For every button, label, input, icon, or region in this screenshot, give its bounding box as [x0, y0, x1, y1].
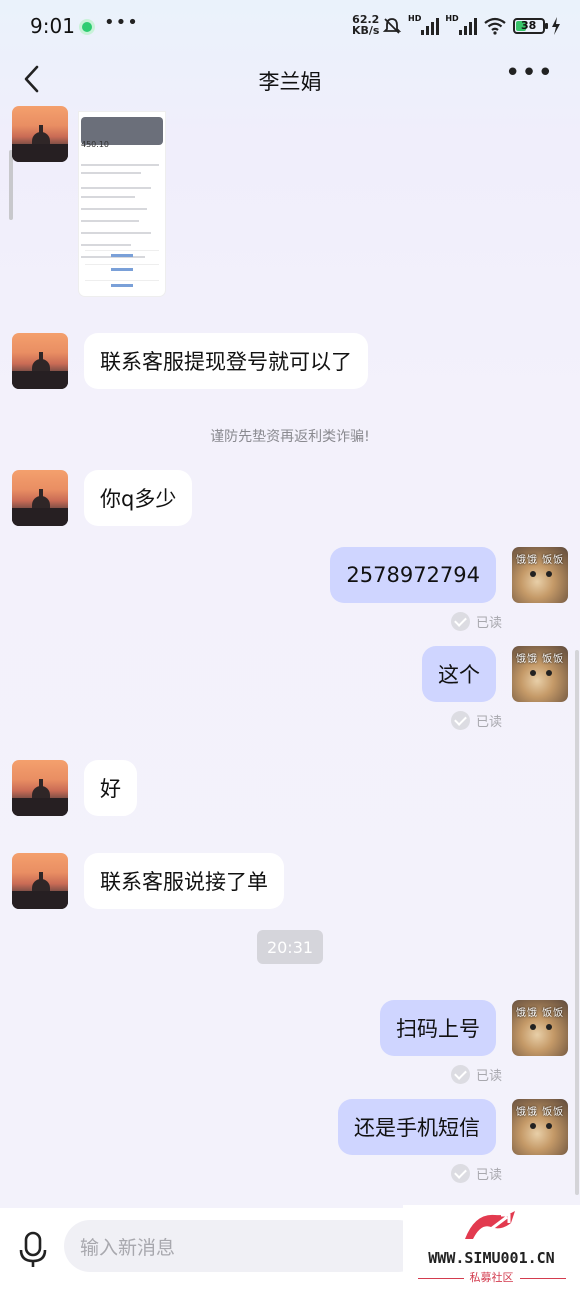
watermark-url: WWW.SIMU001.CN [428, 1249, 555, 1267]
screenshot-amount: 450.10 [81, 140, 109, 149]
message-bubble-right: 这个 [422, 646, 496, 702]
message-input[interactable]: 输入新消息 [64, 1220, 424, 1272]
my-avatar[interactable]: 饿饿 饭饭 [512, 1000, 568, 1056]
my-avatar[interactable]: 饿饿 饭饭 [512, 646, 568, 702]
my-avatar[interactable]: 饿饿 饭饭 [512, 547, 568, 603]
image-message[interactable]: 450.10 [79, 112, 165, 296]
message-bubble-right: 还是手机短信 [338, 1099, 496, 1155]
read-receipt: 已读 [451, 612, 502, 631]
message-bubble-left: 好 [84, 760, 137, 816]
charging-icon [551, 17, 560, 35]
my-avatar[interactable]: 饿饿 饭饭 [512, 1099, 568, 1155]
read-check-icon [451, 1065, 470, 1084]
read-check-icon [451, 612, 470, 631]
read-status: 已读 [476, 715, 503, 730]
watermark-logo-icon [465, 1211, 515, 1239]
network-speed: 62.2 KB/s [352, 14, 379, 36]
read-receipt: 已读 [451, 711, 502, 730]
read-status: 已读 [476, 1069, 503, 1084]
status-icons: HD HD 38 [382, 14, 561, 38]
contact-avatar[interactable] [12, 470, 68, 526]
fraud-warning-notice: 谨防先垫资再返利类诈骗! [210, 429, 370, 445]
network-speed-unit: KB/s [352, 24, 380, 37]
contact-avatar[interactable] [12, 760, 68, 816]
avatar-caption: 饿饿 饭饭 [516, 555, 565, 566]
wifi-icon [484, 17, 506, 35]
status-more-icon: ••• [104, 12, 139, 33]
status-bar: 9:01 ••• 62.2 KB/s HD HD 38 [0, 0, 580, 52]
signal-icon-1 [421, 17, 440, 35]
message-bubble-right: 扫码上号 [380, 1000, 496, 1056]
avatar-caption: 饿饿 饭饭 [516, 1008, 565, 1019]
read-receipt: 已读 [451, 1164, 502, 1183]
avatar-caption: 饿饿 饭饭 [516, 654, 565, 665]
chat-title: 李兰娟 [258, 70, 322, 94]
status-time: 9:01 [30, 14, 75, 38]
read-check-icon [451, 1164, 470, 1183]
hd-label-2: HD [445, 13, 459, 23]
read-status: 已读 [476, 616, 503, 631]
signal-icon-2 [458, 17, 477, 35]
read-check-icon [451, 711, 470, 730]
scrollbar[interactable] [575, 650, 579, 1195]
mute-bell-icon [382, 18, 402, 34]
timestamp-chip: 20:31 [257, 930, 323, 964]
message-bubble-left: 联系客服说接了单 [84, 853, 284, 909]
message-bubble-left: 你q多少 [84, 470, 193, 526]
recording-dot-icon [82, 22, 92, 32]
message-bubble-left: 联系客服提现登号就可以了 [84, 333, 368, 389]
battery-icon: 38 [512, 18, 548, 34]
watermark-subtitle: 私募社区 [403, 1269, 580, 1285]
read-status: 已读 [476, 1168, 503, 1183]
hd-label-1: HD [408, 13, 422, 23]
microphone-icon[interactable] [16, 1230, 50, 1270]
chat-header: 李兰娟 ••• [0, 52, 580, 108]
avatar-caption: 饿饿 饭饭 [516, 1107, 565, 1118]
watermark: WWW.SIMU001.CN 私募社区 [403, 1205, 580, 1289]
contact-avatar[interactable] [12, 333, 68, 389]
contact-avatar[interactable] [12, 106, 68, 162]
contact-avatar[interactable] [12, 853, 68, 909]
message-bubble-right: 2578972794 [330, 547, 496, 603]
more-options-icon[interactable]: ••• [505, 58, 554, 88]
read-receipt: 已读 [451, 1065, 502, 1084]
